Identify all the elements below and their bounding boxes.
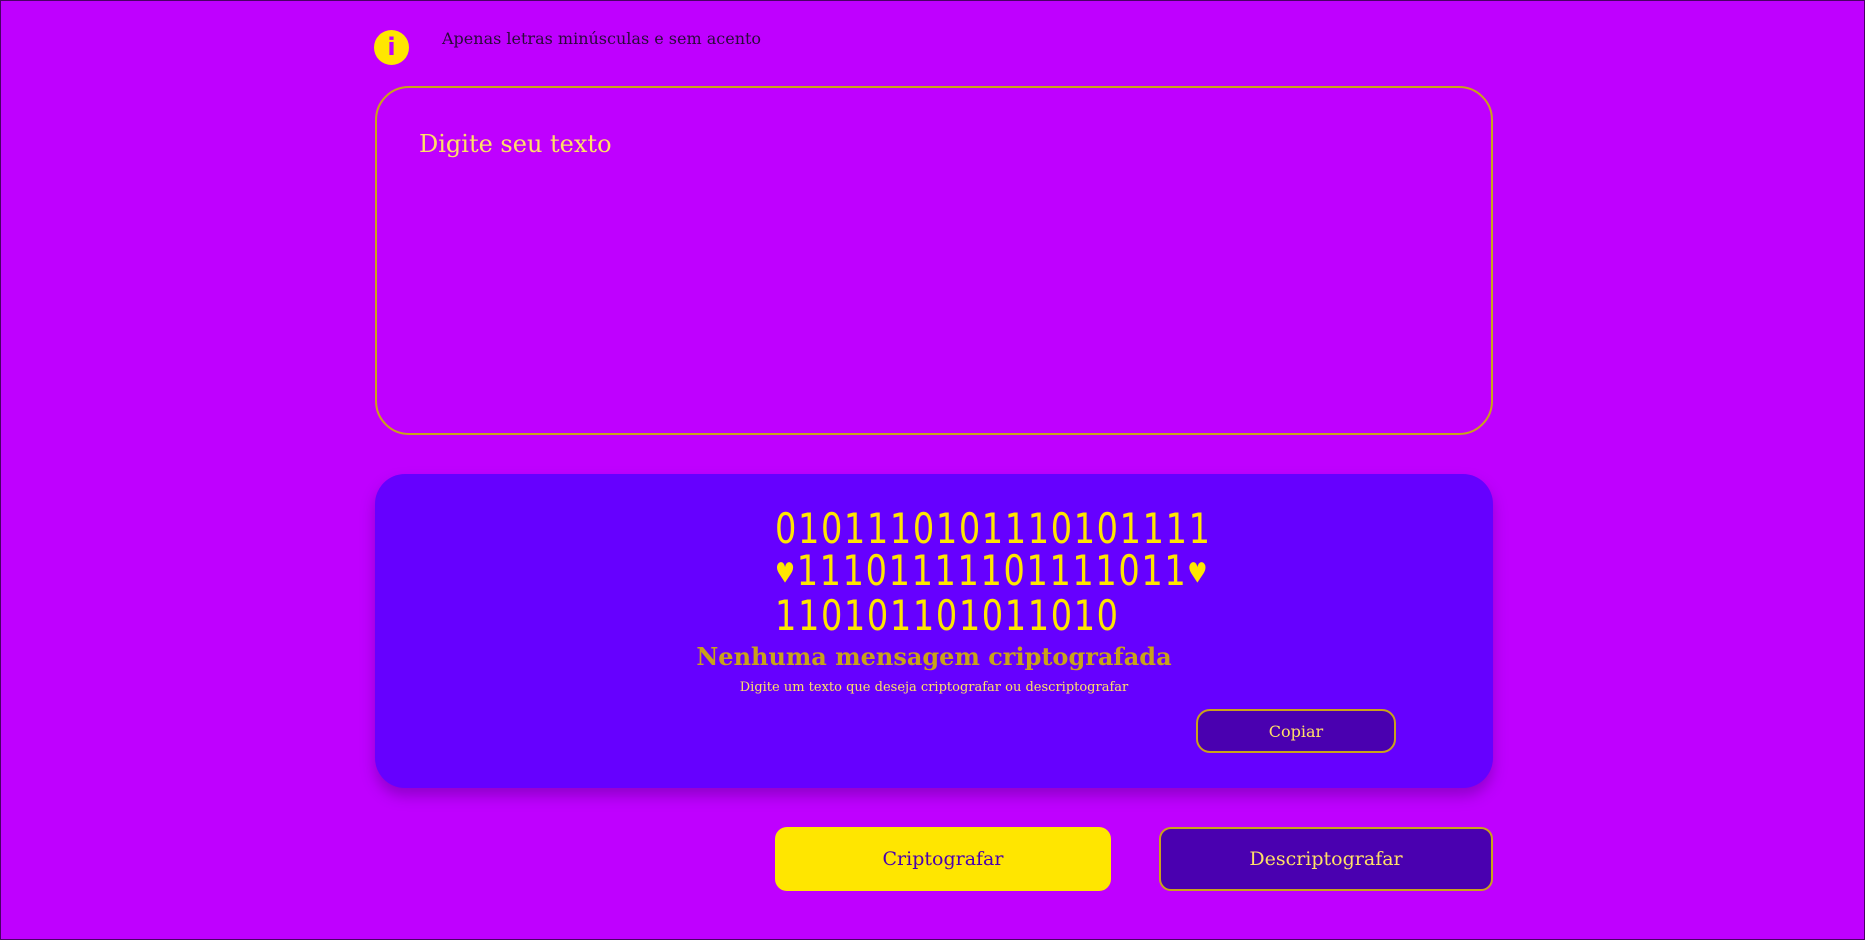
- text-input[interactable]: [375, 86, 1493, 435]
- empty-message-subtitle: Digite um texto que deseja criptografar …: [739, 680, 1129, 695]
- info-icon: i: [374, 29, 409, 65]
- heart-right-icon: ♥: [1187, 556, 1209, 590]
- decrypt-button[interactable]: Descriptografar: [1159, 827, 1493, 891]
- encrypt-button[interactable]: Criptografar: [775, 827, 1111, 891]
- binary-line-3: 110101101011010: [775, 590, 1120, 640]
- binary-line-2: ♥11101111101111011♥: [775, 550, 1207, 595]
- copy-button[interactable]: Copiar: [1196, 709, 1396, 753]
- info-text: Apenas letras minúsculas e sem acento: [442, 29, 762, 48]
- info-row: i Apenas letras minúsculas e sem acento: [374, 29, 761, 65]
- heart-left-icon: ♥: [775, 556, 797, 590]
- binary-line-2-text: 11101111101111011: [796, 546, 1188, 595]
- binary-illustration: 0101110101110101111 ♥11101111101111011♥ …: [735, 504, 1212, 640]
- empty-message-title: Nenhuma mensagem criptografada: [696, 642, 1172, 671]
- output-panel: 0101110101110101111 ♥11101111101111011♥ …: [375, 474, 1493, 788]
- binary-line-1: 0101110101110101111: [775, 504, 1212, 553]
